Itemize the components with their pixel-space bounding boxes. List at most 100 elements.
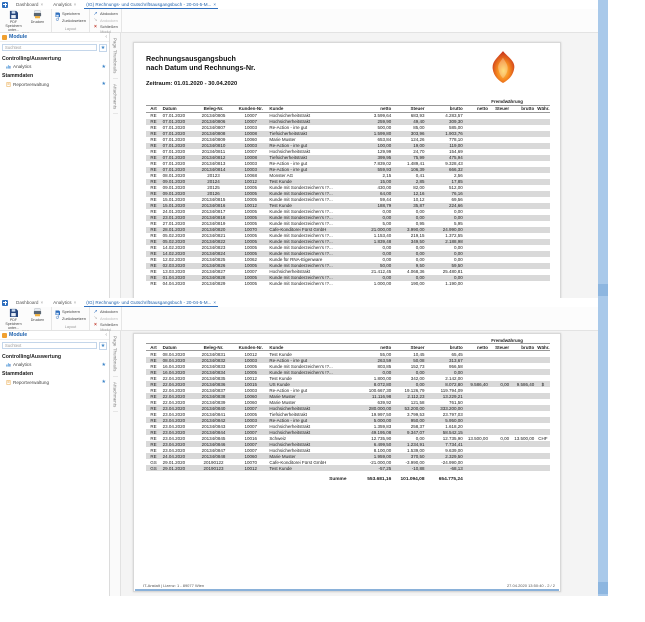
tab-close-icon[interactable]: × [40, 300, 43, 305]
favorites-filter-button[interactable]: ★ [99, 342, 107, 350]
report-page-1: Rechnungsausgangsbuchnach Datum und Rech… [133, 42, 561, 298]
dock-arrow-icon: ↘ [93, 316, 98, 321]
module-header: Module ‹ [0, 331, 109, 340]
ribbon-group-pdf: PDF Speichern unter... Drucken PDF [0, 307, 52, 330]
bar-chart-icon [6, 64, 11, 69]
ribbon-group-label-layout: Layout [55, 325, 86, 330]
tab-close-icon[interactable]: × [40, 2, 43, 7]
search-input[interactable] [2, 44, 97, 51]
print-button[interactable]: Drucken [27, 10, 48, 24]
module-sidebar: Module ‹ ★ Controlling/Auswertung Analyt… [0, 331, 110, 596]
undock-button[interactable]: ↗Abdocken [93, 12, 118, 17]
phoenix-logo [488, 50, 518, 84]
module-search-row: ★ [0, 42, 109, 53]
printer-icon [33, 308, 42, 317]
sidebar-group-stammdaten: Stammdaten [0, 71, 109, 81]
favorites-filter-button[interactable]: ★ [99, 44, 107, 52]
search-input[interactable] [2, 342, 97, 349]
viewer-side-tabs: Page Thumbnails Attachments [110, 33, 121, 298]
tab-bar: Dashboard× Analytics× (IG) Rechnungs- un… [0, 0, 608, 9]
favorite-star-icon[interactable]: ★ [102, 379, 106, 385]
viewer-side-tabs: Page Thumbnails Attachments [110, 331, 121, 596]
tab-close-icon[interactable]: × [74, 2, 77, 7]
vertical-scrollbar[interactable] [598, 0, 608, 298]
sidebar-item-reportverwaltung[interactable]: Reportverwaltung ★ [0, 80, 109, 88]
summe-steuer: 101.094,08 [393, 471, 426, 483]
dock-arrow-icon: ↘ [93, 18, 98, 23]
pdf-save-as-button[interactable]: PDF Speichern unter... [3, 308, 24, 330]
undock-arrow-icon: ↗ [93, 310, 98, 315]
bar-chart-icon [6, 362, 11, 367]
footer-left: IT-Anstalt | Lizenz: 1 - 89077 Wien [143, 583, 204, 588]
floppy-icon [9, 308, 18, 317]
tab-attachments[interactable]: Attachments [113, 377, 118, 412]
tab-page-thumbnails[interactable]: Page Thumbnails [113, 33, 118, 79]
app-window-bottom: Dashboard× Analytics× (IG) Rechnungs- un… [0, 298, 608, 596]
footer-right-page-indicator: 27.04.2020 13:50:40 - 2 / 2 [507, 583, 555, 588]
undock-button[interactable]: ↗Abdocken [93, 310, 118, 315]
app-window-top: Dashboard× Analytics× (IG) Rechnungs- un… [0, 0, 608, 298]
printer-icon [33, 10, 42, 19]
app-grid-icon[interactable] [2, 300, 8, 306]
tab-close-icon[interactable]: × [213, 2, 216, 7]
dock-button: ↘Andocken [93, 18, 118, 23]
module-sidebar: Module ‹ ★ Controlling/Auswertung Analyt… [0, 33, 110, 298]
module-header: Module ‹ [0, 33, 109, 42]
collapse-sidebar-icon[interactable]: ‹ [105, 34, 107, 40]
favorite-star-icon[interactable]: ★ [102, 64, 106, 70]
ribbon-group-modul: ↗Abdocken ↘Andocken ×Schließen Modul [90, 307, 122, 330]
collapse-sidebar-icon[interactable]: ‹ [105, 332, 107, 338]
module-search-row: ★ [0, 340, 109, 351]
ribbon-group-layout: Speichern ↺Zurücksetzen Layout [52, 9, 90, 32]
tab-bar: Dashboard× Analytics× (IG) Rechnungs- un… [0, 298, 608, 307]
report-page-footer: IT-Anstalt | Lizenz: 1 - 89077 Wien 27.0… [135, 583, 559, 591]
ribbon-group-layout: Speichern ↺Zurücksetzen Layout [52, 307, 90, 330]
pdf-viewer: Rechnungsausgangsbuchnach Datum und Rech… [121, 33, 608, 298]
table-row: RE04.04.202020134/082910005Kunde mit Son… [146, 281, 550, 287]
favorite-star-icon[interactable]: ★ [102, 362, 106, 368]
sidebar-group-controlling: Controlling/Auswertung [0, 53, 109, 63]
report-page-2: Fremdwährung ArtDatum Beleg-Nr.Kunden-Nr… [133, 333, 561, 592]
reset-layout-button[interactable]: ↺Zurücksetzen [55, 18, 86, 23]
print-button[interactable]: Drucken [27, 308, 48, 322]
floppy-icon [9, 10, 18, 19]
tab-close-icon[interactable]: × [74, 300, 77, 305]
undock-arrow-icon: ↗ [93, 12, 98, 17]
tab-rechnungsausgangsbuch[interactable]: (IG) Rechnungs- und Gutschriftsausgangsb… [84, 0, 218, 9]
undo-icon: ↺ [55, 18, 60, 23]
pdf-viewer: Fremdwährung ArtDatum Beleg-Nr.Kunden-Nr… [121, 331, 608, 596]
pdf-save-as-button[interactable]: PDF Speichern unter... [3, 10, 24, 32]
tab-attachments[interactable]: Attachments [113, 79, 118, 114]
undo-icon: ↺ [55, 316, 60, 321]
tab-rechnungsausgangsbuch[interactable]: (IG) Rechnungs- und Gutschriftsausgangsb… [84, 298, 218, 307]
floppy-small-icon [55, 310, 60, 315]
tab-page-thumbnails[interactable]: Page Thumbnails [113, 331, 118, 377]
ribbon-group-modul: ↗Abdocken ↘Andocken ×Schließen Modul [90, 9, 122, 32]
dock-button: ↘Andocken [93, 316, 118, 321]
ribbon-group-pdf: PDF Speichern unter... Drucken PDF [0, 9, 52, 32]
save-layout-button[interactable]: Speichern [55, 310, 86, 315]
sidebar-item-analytics[interactable]: Analytics ★ [0, 361, 109, 369]
save-layout-button[interactable]: Speichern [55, 12, 86, 17]
report-file-icon [6, 380, 11, 385]
ribbon: PDF Speichern unter... Drucken PDF Speic… [0, 307, 608, 331]
sidebar-group-controlling: Controlling/Auswertung [0, 351, 109, 361]
invoice-table-page2: Fremdwährung ArtDatum Beleg-Nr.Kunden-Nr… [146, 337, 550, 483]
module-icon [2, 333, 7, 338]
report-file-icon [6, 82, 11, 87]
sidebar-group-stammdaten: Stammdaten [0, 369, 109, 379]
reset-layout-button[interactable]: ↺Zurücksetzen [55, 316, 86, 321]
sidebar-item-reportverwaltung[interactable]: Reportverwaltung ★ [0, 378, 109, 386]
tab-analytics[interactable]: Analytics× [51, 0, 78, 9]
tab-analytics[interactable]: Analytics× [51, 298, 78, 307]
vertical-scrollbar[interactable] [598, 298, 608, 596]
summe-row: Summe 553.681,16 101.094,08 654.775,24 [146, 471, 550, 483]
tab-dashboard[interactable]: Dashboard× [14, 0, 45, 9]
summe-brutto: 654.775,24 [426, 471, 464, 483]
tab-close-icon[interactable]: × [213, 300, 216, 305]
tab-dashboard[interactable]: Dashboard× [14, 298, 45, 307]
favorite-star-icon[interactable]: ★ [102, 81, 106, 87]
app-grid-icon[interactable] [2, 2, 8, 8]
sidebar-item-analytics[interactable]: Analytics ★ [0, 63, 109, 71]
summe-label: Summe [146, 471, 352, 483]
